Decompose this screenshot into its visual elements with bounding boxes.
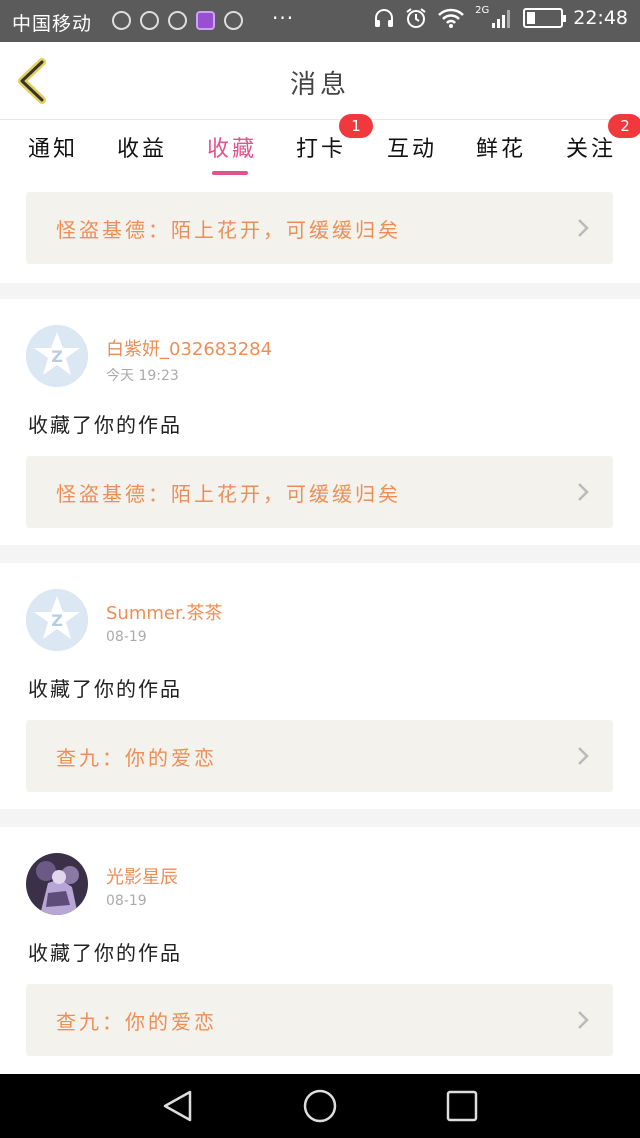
- carrier-label: 中国移动: [12, 13, 93, 35]
- tab-interactions[interactable]: 互动: [387, 131, 437, 163]
- message-card: Z 白紫妍_032683284 今天 19:23 收藏了你的作品 怪盗基德：陌上…: [0, 299, 640, 545]
- photo-avatar-icon: [26, 853, 88, 915]
- signal-icon: [492, 10, 511, 28]
- chevron-right-icon: [578, 219, 589, 237]
- action-text: 收藏了你的作品: [28, 941, 182, 965]
- network-type-label: 2G: [475, 4, 490, 16]
- message-card: Z Summer.茶茶 08-19 收藏了你的作品 查九：你的爱恋: [0, 563, 640, 809]
- username[interactable]: Summer.茶茶: [106, 599, 222, 625]
- more-notifications-icon: ···: [272, 6, 295, 30]
- avatar[interactable]: Z: [26, 589, 88, 651]
- avatar[interactable]: Z: [26, 325, 88, 387]
- default-avatar-icon: Z: [26, 589, 88, 651]
- work-title: 查九：你的爱恋: [56, 1010, 217, 1034]
- default-avatar-icon: Z: [26, 325, 88, 387]
- work-title: 怪盗基德：陌上花开，可缓缓归矣: [56, 482, 401, 506]
- back-triangle-icon[interactable]: [160, 1088, 196, 1124]
- app-notification-icon: [224, 11, 243, 30]
- gallery-notification-icon: [196, 11, 215, 30]
- timestamp: 08-19: [106, 893, 147, 909]
- work-title: 怪盗基德：陌上花开，可缓缓归矣: [56, 218, 401, 242]
- message-card: 光影星辰 08-19 收藏了你的作品 查九：你的爱恋: [0, 827, 640, 1074]
- follows-badge: 2: [608, 114, 640, 138]
- home-circle-icon[interactable]: [302, 1088, 338, 1124]
- tab-bar: 通知 收益 收藏 打卡 1 互动 鲜花 关注 2: [0, 114, 640, 181]
- battery-icon: [523, 8, 567, 28]
- tab-favorites[interactable]: 收藏: [207, 131, 257, 163]
- work-link[interactable]: 怪盗基德：陌上花开，可缓缓归矣: [26, 456, 613, 528]
- alarm-icon: [406, 8, 426, 28]
- active-tab-indicator: [212, 171, 248, 175]
- work-link[interactable]: 怪盗基德：陌上花开，可缓缓归矣: [26, 192, 613, 264]
- action-text: 收藏了你的作品: [28, 413, 182, 437]
- wifi-icon: [438, 8, 464, 28]
- app-notification-icon: [112, 11, 131, 30]
- chevron-right-icon: [578, 483, 589, 501]
- tab-earnings[interactable]: 收益: [117, 131, 167, 163]
- chevron-right-icon: [578, 1011, 589, 1029]
- app-notification-icon: [168, 11, 187, 30]
- tab-flowers[interactable]: 鲜花: [476, 131, 526, 163]
- timestamp: 08-19: [106, 629, 147, 645]
- message-card: 怪盗基德：陌上花开，可缓缓归矣: [0, 181, 640, 283]
- app-notification-icon: [140, 11, 159, 30]
- checkin-badge: 1: [339, 114, 373, 138]
- page-title: 消息: [289, 70, 350, 100]
- app-header: 消息: [0, 42, 640, 120]
- headphones-icon: [375, 9, 394, 27]
- username[interactable]: 光影星辰: [106, 863, 178, 889]
- username[interactable]: 白紫妍_032683284: [106, 335, 272, 361]
- avatar[interactable]: [26, 853, 88, 915]
- tab-checkin[interactable]: 打卡: [296, 131, 346, 163]
- work-link[interactable]: 查九：你的爱恋: [26, 984, 613, 1056]
- tab-follows[interactable]: 关注: [566, 131, 616, 163]
- notification-icons: [112, 11, 243, 30]
- timestamp: 今天 19:23: [106, 368, 179, 384]
- action-text: 收藏了你的作品: [28, 677, 182, 701]
- chevron-right-icon: [578, 747, 589, 765]
- recents-square-icon[interactable]: [444, 1088, 480, 1124]
- system-nav-bar: [0, 1074, 640, 1138]
- clock-label: 22:48: [573, 7, 628, 29]
- work-title: 查九：你的爱恋: [56, 746, 217, 770]
- tab-notifications[interactable]: 通知: [28, 131, 78, 163]
- message-feed: 怪盗基德：陌上花开，可缓缓归矣 Z 白紫妍_032683284 今天 19:23…: [0, 181, 640, 1074]
- status-bar: 中国移动 ··· 2G 22:48: [0, 0, 640, 42]
- svg-text:Z: Z: [51, 611, 63, 630]
- work-link[interactable]: 查九：你的爱恋: [26, 720, 613, 792]
- svg-text:Z: Z: [51, 347, 63, 366]
